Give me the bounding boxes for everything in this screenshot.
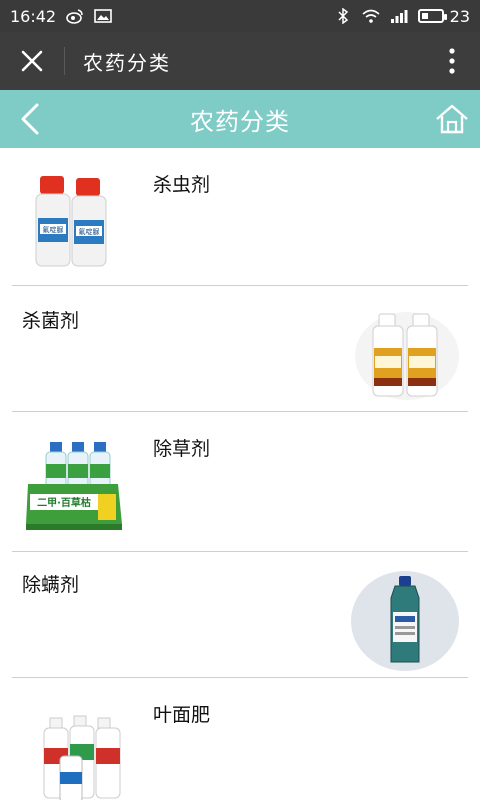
more-vertical-icon xyxy=(449,48,455,74)
category-label: 除螨剂 xyxy=(22,574,80,596)
category-item-foliar-fertilizer[interactable]: 叶面肥 xyxy=(0,678,480,800)
acaricide-product-image xyxy=(351,571,459,671)
insecticide-pack-text: 氟啶脲 xyxy=(79,227,100,236)
battery-level: 23 xyxy=(449,6,470,26)
insecticide-pack-text: 氟啶脲 xyxy=(43,225,64,234)
wifi-icon xyxy=(362,9,380,23)
image-icon xyxy=(94,9,112,23)
battery-icon xyxy=(417,9,447,23)
fungicide-product-image xyxy=(355,312,459,400)
foliar-fertilizer-product-image xyxy=(43,715,121,800)
category-item-insecticide[interactable]: 氟啶脲 氟啶脲 杀虫剂 xyxy=(0,148,480,286)
battery-indicator: 23 xyxy=(417,6,470,26)
page-title: 农药分类 xyxy=(190,107,290,136)
category-item-acaricide[interactable]: 除螨剂 xyxy=(0,552,480,678)
title-separator xyxy=(64,47,65,75)
status-bar: 16:42 23 xyxy=(0,0,480,32)
category-label: 杀菌剂 xyxy=(22,310,80,332)
chevron-left-icon xyxy=(21,103,39,135)
page-header: 农药分类 xyxy=(0,90,480,148)
signal-icon xyxy=(390,10,408,23)
bluetooth-icon xyxy=(338,8,348,24)
herbicide-pack-text: 二甲·百草枯 xyxy=(37,496,91,509)
home-icon xyxy=(436,104,468,134)
herbicide-product-image: 二甲·百草枯 xyxy=(26,442,122,530)
back-button[interactable] xyxy=(10,99,50,139)
weibo-icon xyxy=(66,9,83,24)
category-label: 叶面肥 xyxy=(153,704,211,726)
category-label: 杀虫剂 xyxy=(153,174,211,196)
close-button[interactable] xyxy=(0,32,64,90)
insecticide-product-image: 氟啶脲 氟啶脲 xyxy=(35,176,107,267)
close-icon xyxy=(21,50,43,72)
home-button[interactable] xyxy=(432,99,472,139)
app-title-bar: 农药分类 xyxy=(0,32,480,90)
category-item-herbicide[interactable]: 二甲·百草枯 除草剂 xyxy=(0,412,480,552)
category-list: 氟啶脲 氟啶脲 杀虫剂 杀菌剂 二甲·百草枯 除草剂 除螨剂 叶面肥 xyxy=(0,148,480,800)
window-title: 农药分类 xyxy=(83,50,171,75)
more-options-button[interactable] xyxy=(424,32,480,90)
status-time: 16:42 xyxy=(10,6,57,26)
category-label: 除草剂 xyxy=(153,438,211,460)
category-item-fungicide[interactable]: 杀菌剂 xyxy=(0,286,480,412)
